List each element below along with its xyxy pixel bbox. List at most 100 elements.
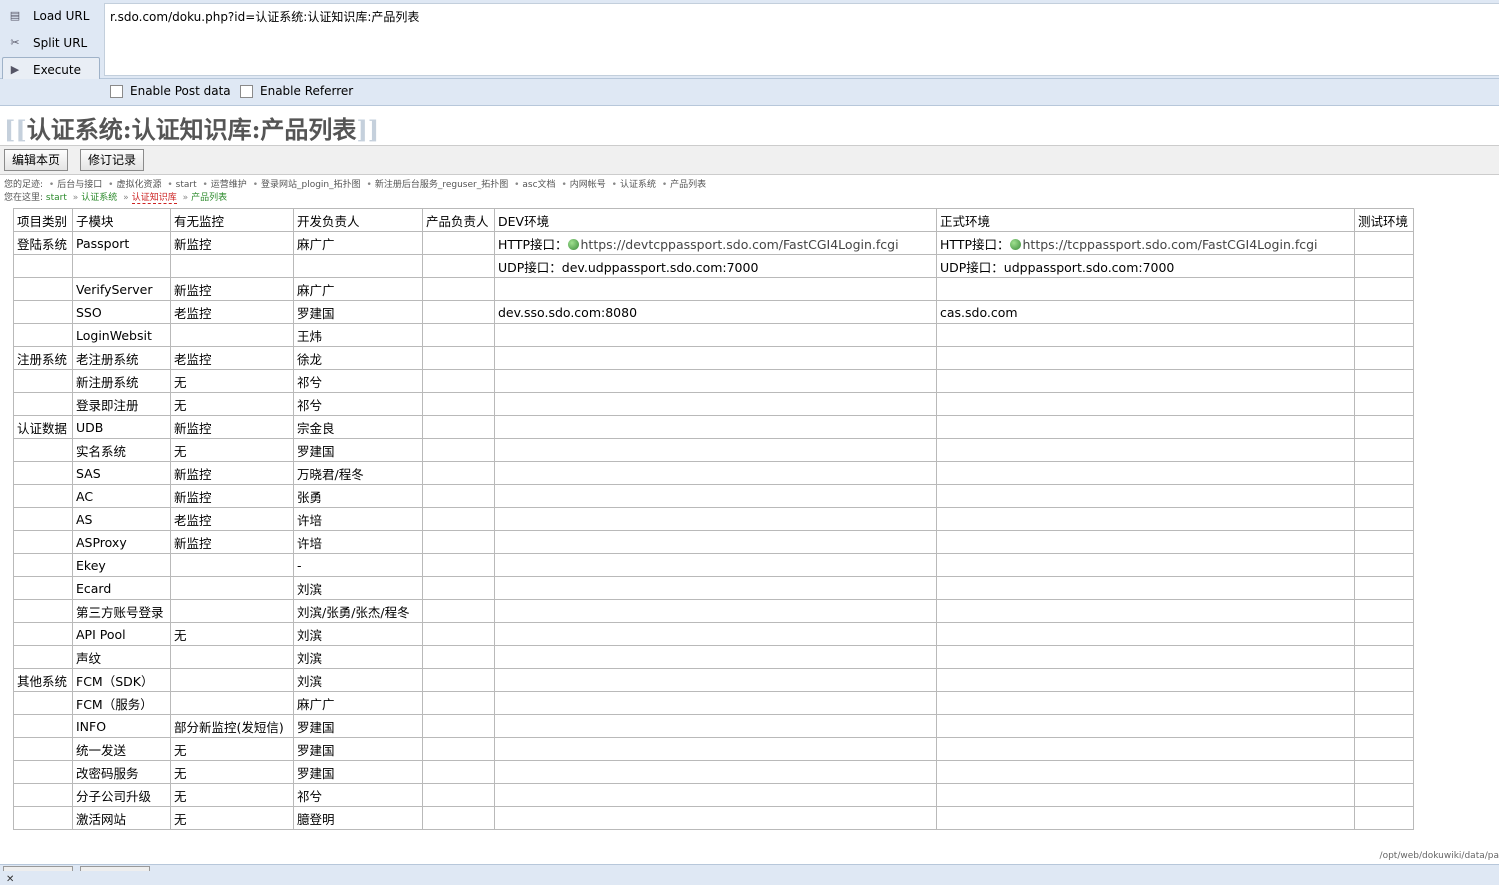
table-cell <box>1354 576 1414 600</box>
trace-link[interactable]: 虚拟化资源 <box>116 180 161 190</box>
bottom-tab[interactable] <box>3 866 73 871</box>
table-cell <box>936 622 1355 646</box>
table-row: 新注册系统无祁兮 <box>13 369 1414 393</box>
table-cell <box>170 323 294 347</box>
table-cell: API Pool <box>72 622 171 646</box>
table-cell: FCM（SDK） <box>72 668 171 692</box>
table-cell <box>422 484 495 508</box>
trace-link[interactable]: 认证系统 <box>620 180 656 190</box>
edit-page-button[interactable]: 编辑本页 <box>4 149 69 171</box>
table-cell <box>936 369 1355 393</box>
load-url-label: Load URL <box>33 9 90 23</box>
trace-link[interactable]: 运营维护 <box>211 180 247 190</box>
table-cell <box>1354 507 1414 531</box>
table-cell: 罗建国 <box>293 760 423 784</box>
table-cell <box>494 599 937 623</box>
table-cell <box>1354 691 1414 715</box>
table-cell <box>170 668 294 692</box>
table-cell: 无 <box>170 622 294 646</box>
trace-link[interactable]: 新注册后台服务_reguser_拓扑图 <box>375 180 508 190</box>
you-are-here-breadcrumb: 您在这里: start » 认证系统 » 认证知识库 » 产品列表 <box>4 193 228 204</box>
table-cell <box>13 300 73 324</box>
youhere-link[interactable]: 认证系统 <box>81 193 117 203</box>
table-cell <box>422 530 495 554</box>
table-cell <box>1354 737 1414 761</box>
table-cell <box>494 461 937 485</box>
external-link[interactable]: https://tcppassport.sdo.com/FastCGI4Logi… <box>1023 237 1318 252</box>
split-url-label: Split URL <box>33 36 88 50</box>
trace-link[interactable]: 后台与接口 <box>57 180 102 190</box>
table-cell <box>1354 392 1414 416</box>
table-cell <box>13 507 73 531</box>
split-url-button[interactable]: ✂ Split URL <box>2 30 100 56</box>
enable-post-checkbox[interactable] <box>110 84 123 98</box>
table-cell: 无 <box>170 438 294 462</box>
table-cell <box>422 346 495 370</box>
table-cell <box>936 461 1355 485</box>
table-cell: AC <box>72 484 171 508</box>
enable-referrer-option[interactable]: Enable Referrer <box>240 84 353 98</box>
table-cell <box>1354 369 1414 393</box>
trace-link[interactable]: start <box>176 180 197 190</box>
table-cell: dev.sso.sdo.com:8080 <box>494 300 937 324</box>
table-row: ASProxy 新监控 许培 <box>13 530 1414 554</box>
trace-link[interactable]: 登录网站_plogin_拓扑图 <box>261 180 361 190</box>
table-cell <box>1354 346 1414 370</box>
table-row: 登录即注册无祁兮 <box>13 392 1414 416</box>
table-cell <box>1354 277 1414 301</box>
table-cell <box>13 783 73 807</box>
trace-link[interactable]: 产品列表 <box>670 180 706 190</box>
table-cell: 新监控 <box>170 415 294 439</box>
table-cell <box>13 323 73 347</box>
globe-icon <box>567 238 579 250</box>
enable-post-label: Enable Post data <box>130 84 231 98</box>
table-row: SSO 老监控 罗建国 dev.sso.sdo.com:8080 cas.sdo.com <box>13 300 1414 324</box>
table-cell <box>494 438 937 462</box>
table-row: INFO 部分新监控(发短信) 罗建国 <box>13 714 1414 738</box>
trace-link[interactable]: 内网帐号 <box>570 180 606 190</box>
table-cell <box>1354 645 1414 669</box>
table-header-row: 项目类别 子模块 有无监控 开发负责人 产品负责人 DEV环境 正式环境 测试环境 <box>13 208 1414 232</box>
close-icon[interactable]: ✕ <box>6 874 14 885</box>
table-cell <box>422 300 495 324</box>
table-cell <box>936 668 1355 692</box>
table-cell <box>1354 231 1414 255</box>
page-title[interactable]: [[认证系统:认证知识库:产品列表]] <box>4 110 379 145</box>
scissors-icon: ✂ <box>10 36 20 49</box>
bottom-tab[interactable] <box>80 866 150 871</box>
youhere-link-missing[interactable]: 认证知识库 <box>131 193 177 204</box>
external-link[interactable]: https://devtcppassport.sdo.com/FastCGI4L… <box>581 237 899 252</box>
youhere-link[interactable]: start <box>46 193 67 203</box>
table-cell: 张勇 <box>293 484 423 508</box>
table-cell: 实名系统 <box>72 438 171 462</box>
load-url-button[interactable]: ▤ Load URL <box>2 3 100 29</box>
table-row: API Pool 无刘滨 <box>13 622 1414 646</box>
table-cell <box>422 277 495 301</box>
trace-link[interactable]: asc文档 <box>522 180 555 190</box>
table-cell <box>1354 806 1414 830</box>
table-cell <box>1354 323 1414 347</box>
table-cell: 老监控 <box>170 300 294 324</box>
table-cell <box>422 806 495 830</box>
table-cell <box>13 599 73 623</box>
youhere-link[interactable]: 产品列表 <box>191 193 227 203</box>
table-cell <box>170 599 294 623</box>
table-header-cell: DEV环境 <box>494 208 937 232</box>
hackbar-options: Enable Post data Enable Referrer <box>0 79 1499 106</box>
url-textarea[interactable]: r.sdo.com/doku.php?id=认证系统:认证知识库:产品列表 <box>104 3 1499 76</box>
footer-path: /opt/web/dokuwiki/data/pa <box>1379 851 1499 861</box>
table-cell: 新监控 <box>170 277 294 301</box>
table-cell: LoginWebsit <box>72 323 171 347</box>
enable-post-option[interactable]: Enable Post data <box>110 84 231 98</box>
revisions-button[interactable]: 修订记录 <box>80 149 145 171</box>
enable-referrer-checkbox[interactable] <box>240 84 253 98</box>
table-cell: 无 <box>170 737 294 761</box>
hackbar-toolbar: ▤ Load URL ✂ Split URL ▶ Execute r.sdo.c… <box>0 0 1499 83</box>
table-cell: 许培 <box>293 507 423 531</box>
table-cell: 声纹 <box>72 645 171 669</box>
table-row: UDP接口：dev.udppassport.sdo.com:7000 UDP接口：… <box>13 254 1414 278</box>
table-header-cell: 项目类别 <box>13 208 73 232</box>
table-cell <box>494 346 937 370</box>
table-cell <box>1354 668 1414 692</box>
find-bar: ✕ <box>0 864 1499 885</box>
